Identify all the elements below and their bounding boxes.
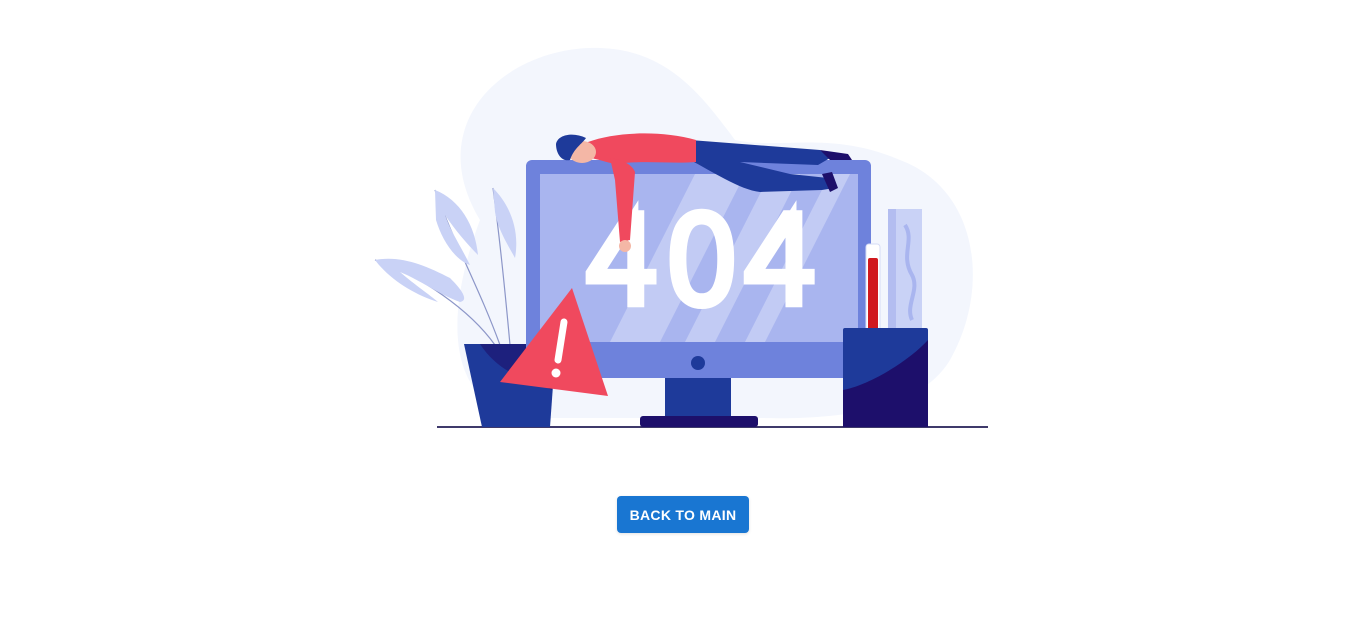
thermometer-icon bbox=[865, 243, 881, 337]
back-to-main-button[interactable]: BACK TO MAIN bbox=[617, 496, 749, 533]
404-illustration: 404 bbox=[374, 47, 988, 428]
box-icon bbox=[843, 328, 928, 427]
error-page: 404 BACK TO MAIN bbox=[0, 0, 1366, 625]
ruler-icon bbox=[888, 209, 922, 329]
